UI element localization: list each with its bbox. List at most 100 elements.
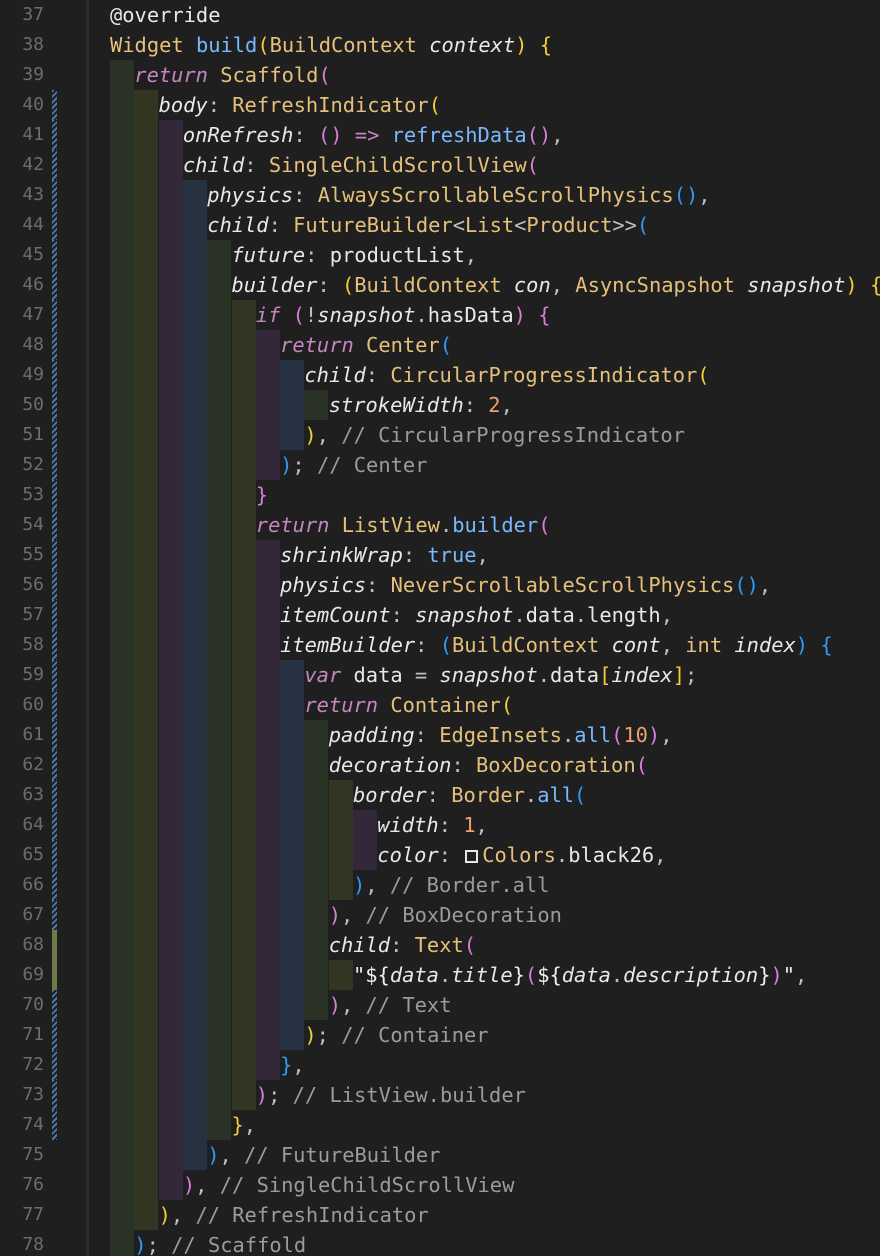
code-line[interactable]: ), // SingleChildScrollView (183, 1170, 514, 1200)
indent-guide (231, 840, 256, 870)
indent-guide (255, 690, 280, 720)
indent-guide (328, 960, 353, 990)
code-line[interactable]: }, (280, 1050, 305, 1080)
line-number: 67 (22, 904, 44, 925)
code-line[interactable]: ), // RefreshIndicator (159, 1200, 429, 1230)
code-line[interactable]: strokeWidth: 2, (329, 390, 513, 420)
code-line[interactable]: builder: (BuildContext con, AsyncSnapsho… (232, 270, 880, 300)
indent-guide (134, 510, 159, 540)
indent-guide (255, 570, 280, 600)
code-line[interactable]: shrinkWrap: true, (280, 540, 489, 570)
indent-guide (110, 180, 134, 210)
code-line[interactable]: future: productList, (232, 240, 478, 270)
code-line[interactable]: itemCount: snapshot.data.length, (280, 600, 673, 630)
code-line[interactable]: physics: AlwaysScrollableScrollPhysics()… (207, 180, 710, 210)
code-token: . (574, 603, 588, 627)
indent-guide (110, 390, 134, 420)
indent-guide (158, 240, 183, 270)
line-number: 47 (22, 304, 44, 325)
code-line[interactable]: padding: EdgeInsets.all(10), (329, 720, 673, 750)
indent-guide (207, 270, 232, 300)
code-line[interactable]: child: Text( (329, 930, 476, 960)
code-token: data (561, 963, 611, 987)
code-line[interactable]: child: FutureBuilder<List<Product>>( (207, 210, 649, 240)
code-token: : (244, 153, 269, 177)
indent-guide (207, 540, 232, 570)
code-line[interactable]: var data = snapshot.data[index]; (304, 660, 697, 690)
code-line[interactable]: return Center( (280, 330, 452, 360)
code-line[interactable]: return Container( (304, 690, 513, 720)
code-line[interactable]: child: CircularProgressIndicator( (304, 360, 709, 390)
code-line[interactable]: ); // Scaffold (134, 1230, 306, 1256)
code-token: cont (611, 633, 661, 657)
code-token: BuildContext (451, 633, 600, 657)
code-line[interactable]: Widget build(BuildContext context) { (110, 30, 552, 60)
indent-guide (158, 540, 183, 570)
code-line[interactable]: onRefresh: () => refreshData(), (183, 120, 564, 150)
indent-guide (182, 990, 207, 1020)
code-token: ( (611, 723, 624, 747)
code-line[interactable]: color: Colors.black26, (377, 840, 666, 870)
added-line-marker (52, 930, 57, 960)
indent-guide (134, 570, 159, 600)
code-line[interactable]: ), // Border.all (353, 870, 549, 900)
indent-guide (353, 840, 377, 870)
line-number: 77 (22, 1204, 44, 1225)
indent-guide (110, 60, 134, 90)
code-line[interactable]: ), // FutureBuilder (207, 1140, 440, 1170)
indent-guide (134, 810, 159, 840)
code-token: => (342, 123, 392, 147)
code-line[interactable]: ); // ListView.builder (256, 1080, 526, 1110)
code-line[interactable]: itemBuilder: (BuildContext cont, int ind… (280, 630, 833, 660)
code-token: // RefreshIndicator (195, 1203, 429, 1227)
code-line[interactable]: if (!snapshot.hasData) { (256, 300, 551, 330)
indent-guide (231, 600, 256, 630)
code-token: title (451, 963, 513, 987)
indent-guide (255, 330, 280, 360)
code-line[interactable]: physics: NeverScrollableScrollPhysics(), (280, 570, 771, 600)
indent-guide (134, 900, 159, 930)
indent-guide (158, 150, 183, 180)
indent-guide (134, 420, 159, 450)
code-token: // Center (316, 453, 428, 477)
code-line[interactable]: body: RefreshIndicator( (159, 90, 441, 120)
code-line[interactable]: } (256, 480, 268, 510)
code-token: BoxDecoration (476, 753, 636, 777)
indent-guide (231, 990, 256, 1020)
indent-guide (231, 660, 256, 690)
line-number: 70 (22, 994, 44, 1015)
code-line[interactable]: return Scaffold( (134, 60, 330, 90)
indent-guide (255, 840, 280, 870)
code-line[interactable]: width: 1, (377, 810, 488, 840)
code-line[interactable]: @override (110, 0, 221, 30)
code-line[interactable]: border: Border.all( (353, 780, 586, 810)
modified-line-marker (52, 360, 57, 390)
indent-guide (207, 810, 232, 840)
code-token: int (685, 633, 723, 657)
code-line[interactable]: ), // Text (329, 990, 452, 1020)
code-line[interactable]: ), // CircularProgressIndicator (304, 420, 685, 450)
code-token: build (195, 33, 258, 57)
code-token: , (195, 1173, 220, 1197)
indent-guide (304, 810, 329, 840)
code-line[interactable]: ); // Center (280, 450, 427, 480)
indent-guide (158, 750, 183, 780)
code-line[interactable]: child: SingleChildScrollView( (183, 150, 539, 180)
line-number: 73 (22, 1084, 44, 1105)
code-line[interactable]: ), // BoxDecoration (329, 900, 562, 930)
code-line[interactable]: decoration: BoxDecoration( (329, 750, 648, 780)
indent-guide (110, 1230, 134, 1256)
code-editor[interactable]: @override Widget build(BuildContext conte… (0, 0, 880, 1256)
code-line[interactable]: ); // Container (304, 1020, 488, 1050)
modified-line-marker (52, 570, 57, 600)
code-token: , (500, 393, 513, 417)
indent-guide (207, 420, 232, 450)
code-token: ) (158, 1203, 171, 1227)
code-token: : (451, 753, 477, 777)
code-line[interactable]: "${data.title}(${data.description})", (353, 960, 807, 990)
code-token: itemBuilder (280, 633, 416, 657)
code-line[interactable]: }, (232, 1110, 257, 1140)
code-token: Product (526, 213, 613, 237)
code-token: ) (134, 1233, 147, 1256)
code-line[interactable]: return ListView.builder( (256, 510, 551, 540)
